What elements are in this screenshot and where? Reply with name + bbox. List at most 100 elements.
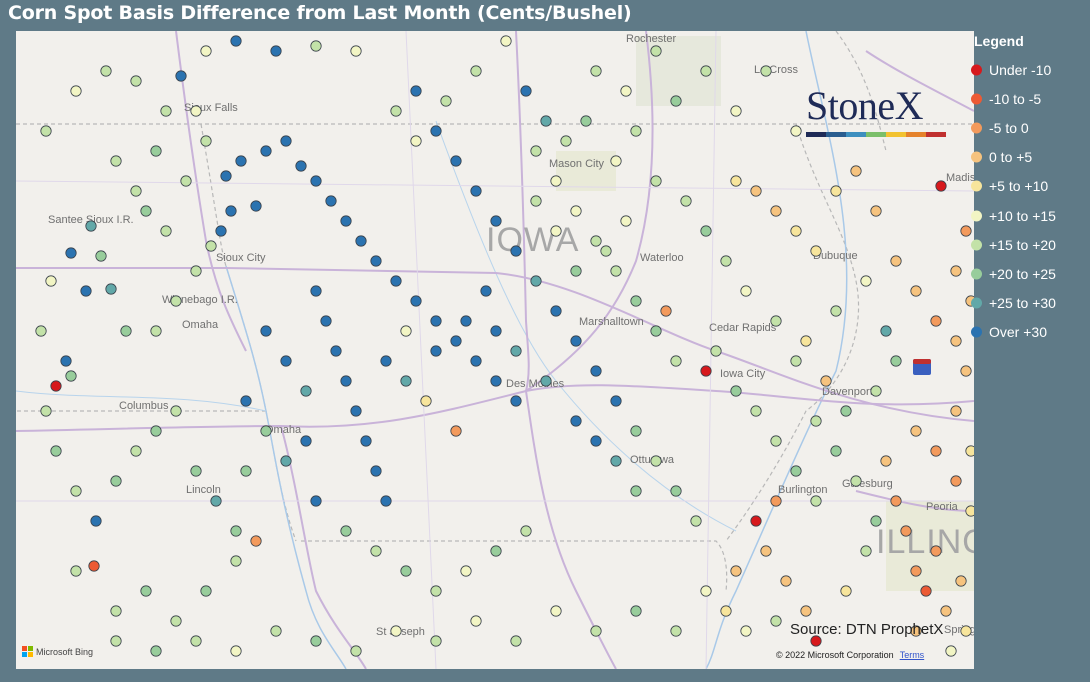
basis-point[interactable] [880, 325, 892, 337]
basis-point[interactable] [220, 170, 232, 182]
basis-point[interactable] [890, 495, 902, 507]
basis-point[interactable] [200, 45, 212, 57]
basis-point[interactable] [860, 545, 872, 557]
basis-point[interactable] [550, 175, 562, 187]
basis-point[interactable] [110, 475, 122, 487]
basis-point[interactable] [70, 85, 82, 97]
basis-point[interactable] [530, 145, 542, 157]
basis-point[interactable] [230, 525, 242, 537]
basis-point[interactable] [260, 325, 272, 337]
basis-point[interactable] [340, 215, 352, 227]
basis-point[interactable] [570, 335, 582, 347]
basis-point[interactable] [920, 585, 932, 597]
basis-point[interactable] [610, 265, 622, 277]
basis-point[interactable] [215, 225, 227, 237]
basis-point[interactable] [190, 105, 202, 117]
legend-item[interactable]: Under -10 [971, 55, 1090, 84]
basis-point[interactable] [720, 255, 732, 267]
basis-point[interactable] [670, 485, 682, 497]
basis-point[interactable] [70, 565, 82, 577]
basis-point[interactable] [860, 275, 872, 287]
basis-point[interactable] [250, 535, 262, 547]
basis-point[interactable] [935, 180, 947, 192]
basis-point[interactable] [130, 445, 142, 457]
basis-point[interactable] [750, 405, 762, 417]
basis-point[interactable] [230, 555, 242, 567]
basis-point[interactable] [730, 175, 742, 187]
basis-point[interactable] [700, 65, 712, 77]
basis-point[interactable] [680, 195, 692, 207]
basis-point[interactable] [65, 370, 77, 382]
basis-point[interactable] [800, 335, 812, 347]
basis-point[interactable] [910, 285, 922, 297]
basis-point[interactable] [460, 565, 472, 577]
basis-point[interactable] [910, 425, 922, 437]
basis-point[interactable] [965, 445, 974, 457]
basis-point[interactable] [420, 395, 432, 407]
basis-point[interactable] [310, 285, 322, 297]
basis-point[interactable] [270, 625, 282, 637]
basis-point[interactable] [650, 45, 662, 57]
basis-point[interactable] [590, 65, 602, 77]
basis-point[interactable] [360, 435, 372, 447]
basis-point[interactable] [230, 35, 242, 47]
basis-point[interactable] [480, 285, 492, 297]
basis-point[interactable] [150, 325, 162, 337]
basis-point[interactable] [390, 105, 402, 117]
basis-point[interactable] [720, 605, 732, 617]
basis-point[interactable] [95, 250, 107, 262]
basis-point[interactable] [950, 265, 962, 277]
basis-point[interactable] [390, 275, 402, 287]
basis-point[interactable] [770, 495, 782, 507]
basis-point[interactable] [170, 295, 182, 307]
basis-point[interactable] [840, 405, 852, 417]
basis-point[interactable] [450, 155, 462, 167]
basis-point[interactable] [110, 155, 122, 167]
basis-point[interactable] [370, 545, 382, 557]
basis-point[interactable] [300, 385, 312, 397]
basis-point[interactable] [630, 485, 642, 497]
basis-point[interactable] [870, 385, 882, 397]
basis-point[interactable] [430, 315, 442, 327]
basis-point[interactable] [40, 405, 52, 417]
basis-point[interactable] [80, 285, 92, 297]
basis-point[interactable] [600, 245, 612, 257]
basis-point[interactable] [590, 365, 602, 377]
basis-point[interactable] [320, 315, 332, 327]
basis-point[interactable] [295, 160, 307, 172]
basis-point[interactable] [850, 475, 862, 487]
basis-point[interactable] [300, 435, 312, 447]
basis-point[interactable] [870, 515, 882, 527]
basis-point[interactable] [310, 495, 322, 507]
basis-point[interactable] [400, 375, 412, 387]
basis-point[interactable] [830, 305, 842, 317]
basis-point[interactable] [630, 425, 642, 437]
basis-point[interactable] [750, 515, 762, 527]
basis-point[interactable] [670, 625, 682, 637]
basis-point[interactable] [270, 45, 282, 57]
legend-item[interactable]: +10 to +15 [971, 201, 1090, 230]
basis-point[interactable] [610, 395, 622, 407]
basis-point[interactable] [225, 205, 237, 217]
basis-point[interactable] [650, 175, 662, 187]
basis-point[interactable] [430, 345, 442, 357]
basis-point[interactable] [410, 85, 422, 97]
basis-point[interactable] [945, 645, 957, 657]
basis-point[interactable] [700, 585, 712, 597]
basis-point[interactable] [310, 40, 322, 52]
basis-point[interactable] [200, 585, 212, 597]
basis-point[interactable] [85, 220, 97, 232]
basis-point[interactable] [550, 605, 562, 617]
basis-point[interactable] [65, 247, 77, 259]
basis-point[interactable] [940, 605, 952, 617]
legend-item[interactable]: Over +30 [971, 318, 1090, 347]
basis-point[interactable] [810, 245, 822, 257]
basis-point[interactable] [950, 405, 962, 417]
basis-point[interactable] [510, 245, 522, 257]
basis-point[interactable] [105, 283, 117, 295]
basis-point[interactable] [520, 85, 532, 97]
basis-point[interactable] [450, 335, 462, 347]
terms-link[interactable]: Terms [900, 650, 925, 660]
basis-point[interactable] [88, 560, 100, 572]
basis-point[interactable] [960, 225, 972, 237]
